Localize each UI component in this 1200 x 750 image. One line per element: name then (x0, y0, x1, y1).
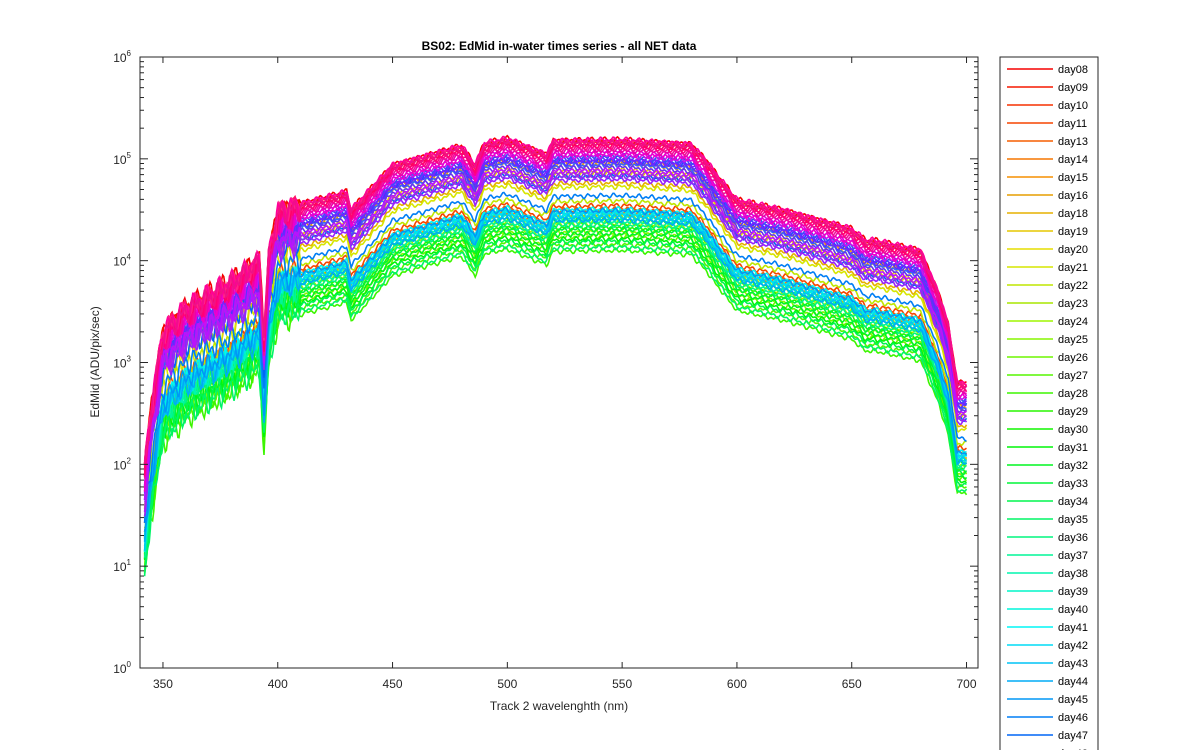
legend-label: day24 (1058, 316, 1088, 328)
legend-label: day23 (1058, 298, 1088, 310)
legend-label: day42 (1058, 640, 1088, 652)
chart-canvas: BS02: EdMid in-water times series - all … (88, 39, 1099, 750)
legend-label: day08 (1058, 64, 1088, 76)
legend-label: day18 (1058, 208, 1088, 220)
x-tick-label: 600 (727, 677, 747, 691)
x-tick-label: 350 (153, 677, 173, 691)
legend-label: day09 (1058, 82, 1088, 94)
legend-label: day16 (1058, 190, 1088, 202)
legend-label: day14 (1058, 154, 1088, 166)
y-tick-label: 100 (113, 660, 131, 676)
y-tick-label: 101 (113, 558, 131, 574)
x-axis-label: Track 2 wavelenghth (nm) (490, 699, 628, 713)
legend-label: day40 (1058, 604, 1088, 616)
legend-label: day31 (1058, 442, 1088, 454)
legend-label: day21 (1058, 262, 1088, 274)
x-tick-label: 650 (842, 677, 862, 691)
y-axis-label: EdMid (ADU/pix/sec) (88, 306, 102, 417)
y-tick-label: 106 (113, 49, 131, 65)
legend-label: day28 (1058, 388, 1088, 400)
x-tick-label: 400 (268, 677, 288, 691)
legend-label: day13 (1058, 136, 1088, 148)
chart-title: BS02: EdMid in-water times series - all … (422, 39, 697, 53)
legend-label: day39 (1058, 586, 1088, 598)
legend-label: day45 (1058, 694, 1088, 706)
legend-label: day34 (1058, 496, 1088, 508)
legend-label: day46 (1058, 712, 1088, 724)
y-tick-label: 105 (113, 151, 131, 167)
legend-label: day33 (1058, 478, 1088, 490)
legend-label: day19 (1058, 226, 1088, 238)
legend-label: day44 (1058, 676, 1088, 688)
x-tick-label: 450 (383, 677, 403, 691)
legend-label: day38 (1058, 568, 1088, 580)
legend: day08 day09 day10 day11 day13 day14 day15 day16… (999, 56, 1099, 750)
x-tick-label: 550 (612, 677, 632, 691)
x-tick-label: 700 (957, 677, 977, 691)
legend-label: day10 (1058, 100, 1088, 112)
y-tick-label: 103 (113, 355, 131, 371)
legend-label: day43 (1058, 658, 1088, 670)
legend-label: day20 (1058, 244, 1088, 256)
legend-label: day37 (1058, 550, 1088, 562)
legend-label: day26 (1058, 352, 1088, 364)
x-tick-label: 500 (497, 677, 517, 691)
legend-label: day25 (1058, 334, 1088, 346)
legend-label: day29 (1058, 406, 1088, 418)
chart-figure: BS02: EdMid in-water times series - all … (0, 0, 1200, 750)
legend-label: day15 (1058, 172, 1088, 184)
legend-label: day36 (1058, 532, 1088, 544)
legend-label: day27 (1058, 370, 1088, 382)
y-tick-label: 102 (113, 456, 131, 472)
legend-label: day32 (1058, 460, 1088, 472)
legend-label: day41 (1058, 622, 1088, 634)
series-layer (143, 134, 968, 577)
legend-label: day22 (1058, 280, 1088, 292)
legend-label: day30 (1058, 424, 1088, 436)
legend-label: day35 (1058, 514, 1088, 526)
legend-label: day47 (1058, 730, 1088, 742)
y-tick-label: 104 (113, 253, 131, 269)
legend-label: day11 (1058, 118, 1087, 130)
